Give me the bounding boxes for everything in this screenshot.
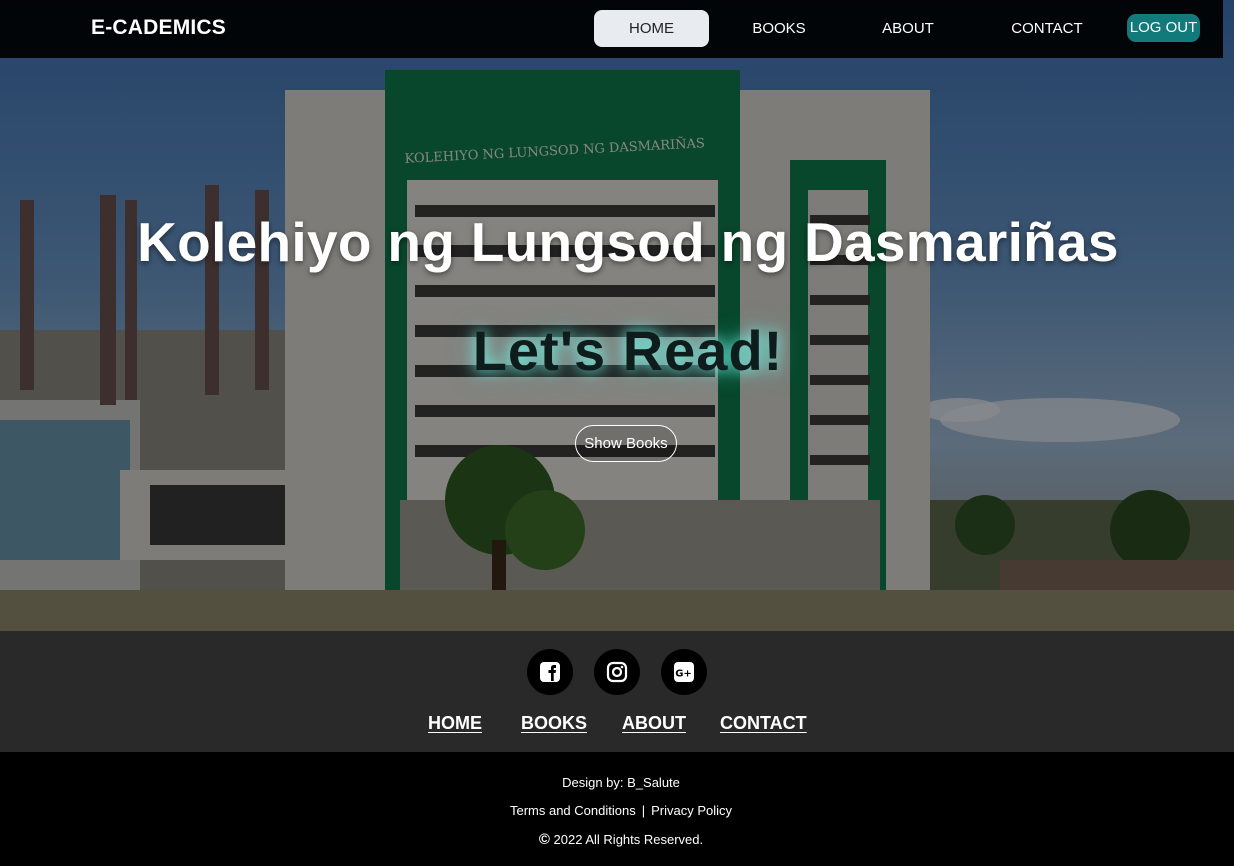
nav-contact[interactable]: CONTACT [998, 10, 1096, 47]
logout-button[interactable]: LOG OUT [1127, 14, 1200, 42]
hero-title: Kolehiyo ng Lungsod ng Dasmariñas [137, 211, 1119, 273]
nav-home[interactable]: HOME [594, 10, 709, 47]
copyright-notice: © 2022 All Rights Reserved. [0, 831, 1234, 848]
footer-link-about[interactable]: ABOUT [622, 713, 686, 734]
footer-links-section: G+ HOME BOOKS ABOUT CONTACT [0, 631, 1234, 752]
instagram-icon[interactable] [594, 649, 640, 695]
nav-books[interactable]: BOOKS [730, 10, 828, 47]
show-books-button[interactable]: Show Books [575, 425, 677, 462]
top-navbar: E-CADEMICS HOME BOOKS ABOUT CONTACT LOG … [0, 0, 1223, 58]
footer-credits: Design by: B_Salute Terms and Conditions… [0, 752, 1234, 866]
footer-link-books[interactable]: BOOKS [521, 713, 587, 734]
hero-subtitle: Let's Read! [472, 319, 784, 382]
svg-text:G+: G+ [675, 669, 692, 680]
privacy-link[interactable]: Privacy Policy [651, 803, 732, 818]
hero-section: KOLEHIYO NG LUNGSOD NG DASMARIÑAS Kolehi… [0, 0, 1234, 631]
nav-about[interactable]: ABOUT [860, 10, 956, 47]
hero-overlay [0, 0, 1234, 631]
terms-link[interactable]: Terms and Conditions [510, 803, 636, 818]
brand-logo-text[interactable]: E-CADEMICS [91, 16, 226, 40]
footer-link-home[interactable]: HOME [428, 713, 482, 734]
facebook-icon[interactable] [527, 649, 573, 695]
copyright-icon: © [538, 831, 550, 848]
legal-separator: | [641, 803, 646, 818]
footer-link-contact[interactable]: CONTACT [720, 713, 807, 734]
google-plus-icon[interactable]: G+ [661, 649, 707, 695]
legal-links: Terms and Conditions | Privacy Policy [0, 803, 1234, 818]
copyright-text: 2022 All Rights Reserved. [553, 832, 704, 847]
design-credit: Design by: B_Salute [562, 775, 680, 790]
